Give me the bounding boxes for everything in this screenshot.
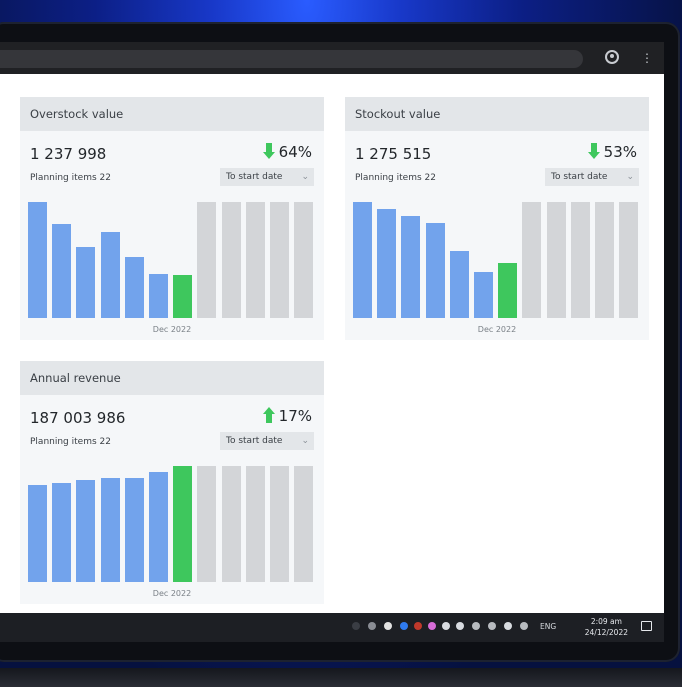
language-indicator[interactable]: ENG	[540, 619, 556, 635]
chart-bar[interactable]	[245, 466, 265, 582]
chart-bar[interactable]	[474, 272, 493, 318]
chart-bar[interactable]	[498, 263, 518, 318]
month-label: Dec 2022	[152, 589, 192, 598]
chart-bar[interactable]	[353, 202, 372, 318]
chart-bar[interactable]	[522, 202, 542, 318]
monitor-stand	[0, 668, 682, 687]
tray-volume-icon[interactable]	[520, 622, 528, 630]
down-arrow-icon	[587, 143, 600, 159]
metric-value: 1 275 515	[355, 145, 432, 163]
period-select[interactable]: To start date ⌄	[220, 432, 314, 450]
tray-pen-icon[interactable]	[428, 622, 436, 630]
chart-bar[interactable]	[546, 202, 566, 318]
tray-mic-icon[interactable]	[504, 622, 512, 630]
card-title: Overstock value	[20, 97, 324, 131]
stockout-card: Stockout value 1 275 515 53% Planning it…	[345, 97, 649, 340]
metric-value: 1 237 998	[30, 145, 107, 163]
clock-date: 24/12/2022	[584, 628, 628, 637]
chart-bar[interactable]	[221, 202, 241, 318]
card-title: Stockout value	[345, 97, 649, 131]
chart-bar[interactable]	[449, 251, 469, 318]
chart-bar[interactable]	[149, 274, 168, 318]
period-select-value: To start date	[226, 436, 283, 446]
metric-change: 17%	[262, 407, 312, 425]
chart-bar[interactable]	[100, 478, 120, 582]
tray-sync-icon[interactable]	[442, 622, 450, 630]
overstock-card: Overstock value 1 237 998 64% Planning i…	[20, 97, 324, 340]
chart-bar[interactable]	[221, 466, 241, 582]
menu-dots-icon[interactable]: ⋮	[640, 50, 654, 66]
chart-bar[interactable]	[76, 247, 96, 318]
chart-bar[interactable]	[173, 275, 193, 318]
bar-chart	[28, 194, 318, 318]
chevron-down-icon: ⌄	[626, 172, 634, 182]
taskbar: ENG 2:09 am 24/12/2022	[0, 613, 664, 642]
bar-chart	[353, 194, 643, 318]
chart-bar[interactable]	[149, 472, 168, 582]
chart-bar[interactable]	[28, 485, 47, 582]
tray-app-icon[interactable]	[368, 622, 376, 630]
chart-bar[interactable]	[425, 223, 445, 318]
chart-bar[interactable]	[28, 202, 47, 318]
chart-bar[interactable]	[100, 232, 120, 318]
tray-security-icon[interactable]	[414, 622, 422, 630]
planning-items-label: Planning items 22	[30, 173, 111, 183]
chart-bar[interactable]	[245, 202, 265, 318]
tray-status-icon[interactable]	[352, 622, 360, 630]
month-label: Dec 2022	[477, 325, 517, 334]
chart-bar[interactable]	[270, 202, 289, 318]
period-select-value: To start date	[551, 172, 608, 182]
screen: ⋮ Overstock value 1 237 998 64% Planning…	[0, 42, 664, 642]
chart-bar[interactable]	[197, 466, 217, 582]
change-percent: 17%	[278, 407, 312, 425]
revenue-card: Annual revenue 187 003 986 17% Planning …	[20, 361, 324, 604]
planning-items-label: Planning items 22	[355, 173, 436, 183]
down-arrow-icon	[262, 143, 275, 159]
metric-change: 64%	[262, 143, 312, 161]
up-arrow-icon	[262, 407, 275, 423]
chart-bar[interactable]	[52, 483, 72, 582]
change-percent: 64%	[278, 143, 312, 161]
change-percent: 53%	[603, 143, 637, 161]
notification-icon[interactable]	[641, 621, 652, 631]
chart-bar[interactable]	[619, 202, 639, 318]
chart-bar[interactable]	[124, 257, 144, 318]
tray-display-icon[interactable]	[488, 622, 496, 630]
period-select[interactable]: To start date ⌄	[545, 168, 639, 186]
chart-bar[interactable]	[294, 466, 314, 582]
chart-bar[interactable]	[124, 478, 144, 582]
chart-bar[interactable]	[377, 209, 397, 318]
chevron-down-icon: ⌄	[301, 436, 309, 446]
month-label: Dec 2022	[152, 325, 192, 334]
tray-settings-icon[interactable]	[456, 622, 464, 630]
period-select[interactable]: To start date ⌄	[220, 168, 314, 186]
chart-bar[interactable]	[595, 202, 614, 318]
bar-chart	[28, 458, 318, 582]
chart-bar[interactable]	[570, 202, 590, 318]
system-clock[interactable]: 2:09 am 24/12/2022	[585, 616, 628, 638]
tray-bluetooth-icon[interactable]	[400, 622, 408, 630]
planning-items-label: Planning items 22	[30, 437, 111, 447]
chart-bar[interactable]	[401, 216, 421, 318]
chart-bar[interactable]	[76, 480, 96, 582]
clock-time: 2:09 am	[590, 617, 622, 626]
chevron-down-icon: ⌄	[301, 172, 309, 182]
profile-icon[interactable]	[605, 50, 619, 64]
tray-network-icon[interactable]	[472, 622, 480, 630]
chart-bar[interactable]	[294, 202, 314, 318]
chart-bar[interactable]	[52, 224, 72, 318]
browser-toolbar: ⋮	[0, 42, 664, 74]
chart-bar[interactable]	[270, 466, 289, 582]
chart-bar[interactable]	[197, 202, 217, 318]
card-title: Annual revenue	[20, 361, 324, 395]
metric-change: 53%	[587, 143, 637, 161]
tray-chrome-icon[interactable]	[384, 622, 392, 630]
metric-value: 187 003 986	[30, 409, 126, 427]
chart-bar[interactable]	[173, 466, 193, 582]
address-bar[interactable]	[0, 50, 583, 68]
period-select-value: To start date	[226, 172, 283, 182]
